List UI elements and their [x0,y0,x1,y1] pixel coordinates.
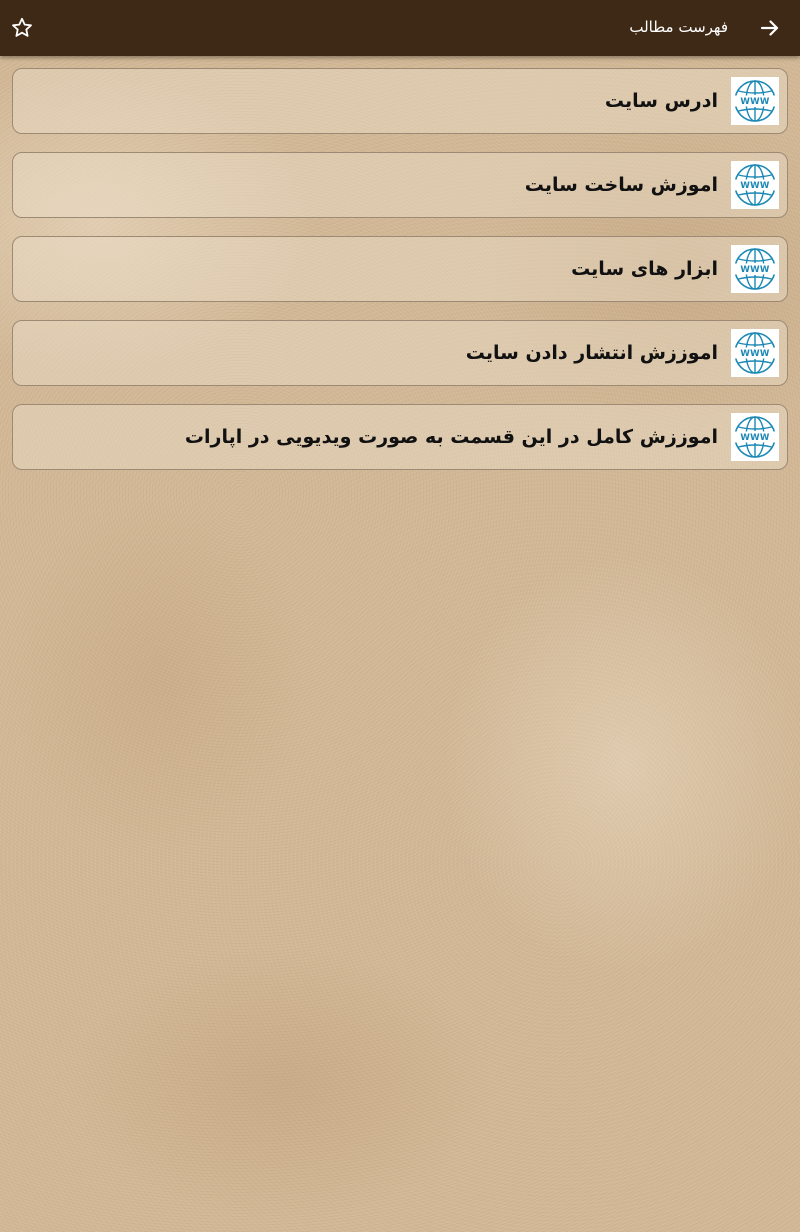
list-item[interactable]: اموزش ساخت سایت [12,152,788,218]
favorite-button[interactable] [4,10,40,46]
arrow-right-icon [758,16,782,40]
list-item-label: ادرس سایت [604,90,718,112]
list-item[interactable]: ابزار های سایت [12,236,788,302]
www-globe-icon [731,245,779,293]
www-globe-icon [731,329,779,377]
list-item[interactable]: اموززش کامل در این قسمت به صورت ویدیویی … [12,404,788,470]
www-globe-icon [731,161,779,209]
page-title: فهرست مطالب [629,18,728,36]
www-globe-icon [731,413,779,461]
list-item[interactable]: ادرس سایت [12,68,788,134]
list-item-label: ابزار های سایت [571,258,718,280]
list-item-label: اموزش ساخت سایت [524,174,718,196]
list-item-label: اموززش کامل در این قسمت به صورت ویدیویی … [184,426,718,448]
app-bar: فهرست مطالب [0,0,800,56]
list-item-label: اموززش انتشار دادن سایت [465,342,718,364]
www-globe-icon [731,77,779,125]
list-item[interactable]: اموززش انتشار دادن سایت [12,320,788,386]
back-button[interactable] [752,10,788,46]
star-outline-icon [10,16,34,40]
content-list: ادرس سایت اموزش ساخت سایت ابزار های سایت… [12,68,788,488]
